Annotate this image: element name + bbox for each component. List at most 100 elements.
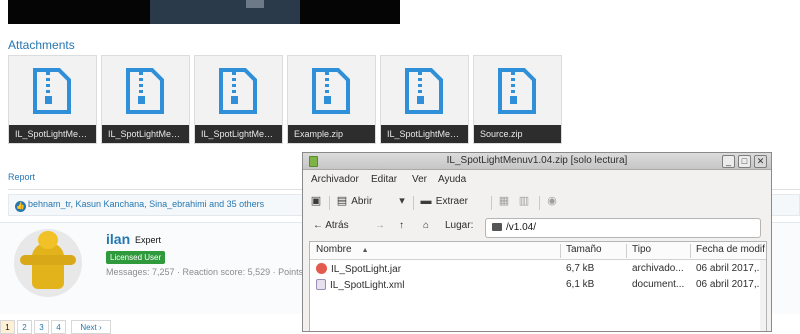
open-file-icon: ▤ [336,195,348,207]
toolbar: ▣ ▤ Abrir ▾ ▬ Extraer ▦ ▥ ◉ [303,191,771,215]
folder-icon [492,223,502,231]
file-type: document... [632,279,685,290]
save-archive-icon: ▣ [310,195,322,207]
column-header-size[interactable]: Tamaño [566,244,602,255]
column-divider[interactable] [560,244,561,258]
column-header-name-label: Nombre [316,244,352,255]
close-button[interactable]: ✕ [754,155,767,168]
add-folder-icon: ▥ [518,195,530,207]
open-button[interactable]: ▤ Abrir [335,194,373,212]
open-dropdown-button[interactable]: ▾ [395,194,409,212]
sort-ascending-icon: ▲ [361,247,369,254]
file-name-cell: IL_SpotLight.jar [316,263,556,275]
menu-editar[interactable]: Editar [371,174,397,185]
file-row[interactable]: IL_SpotLight.xml 6,1 kB document... 06 a… [310,278,766,293]
open-label: Abrir [351,196,373,207]
menu-ver[interactable]: Ver [412,174,427,185]
avatar-figure-arms [20,255,76,265]
file-list-header: Nombre ▲ Tamaño Tipo Fecha de modif [310,242,766,260]
attachment-name: Example.zip [288,125,375,143]
attachment-name: IL_SpotLightMenuv1.02.zip [195,125,282,143]
add-files-icon: ▦ [498,195,510,207]
attachment-tile[interactable]: Example.zip [287,55,376,144]
file-type: archivado... [632,263,684,274]
extract-label: Extraer [435,196,469,207]
attachment-tile[interactable]: IL_SpotLightMenuv1.03.zip [101,55,190,144]
chevron-down-icon: ▾ [399,195,405,207]
column-divider[interactable] [626,244,627,258]
file-list: Nombre ▲ Tamaño Tipo Fecha de modif IL_Sp… [309,241,767,331]
zip-file-icon [498,68,536,114]
file-name: IL_SpotLight.jar [331,264,402,275]
avatar-figure [32,243,64,289]
window-title: IL_SpotLightMenuv1.04.zip [solo lectura] [446,155,628,166]
attachment-tile[interactable]: IL_SpotLightMenuv1.01.zip [380,55,469,144]
video-frame [150,0,300,24]
zip-file-icon [126,68,164,114]
xml-document-icon [316,279,326,290]
extract-icon: ▬ [420,195,432,207]
menu-archivador[interactable]: Archivador [311,174,359,185]
forward-button[interactable]: → [375,220,385,231]
like-icon: 👍 [15,201,26,212]
column-header-name[interactable]: Nombre ▲ [316,244,369,255]
location-label: Lugar: [445,220,474,231]
minimize-button[interactable]: _ [722,155,735,168]
menu-ayuda[interactable]: Ayuda [438,174,466,185]
add-files-button[interactable]: ▦ [497,194,511,212]
extract-button[interactable]: ▬ Extraer [419,194,469,212]
zip-file-icon [312,68,350,114]
file-date: 06 abril 2017,... [696,263,760,274]
user-stats: Messages: 7,257 · Reaction score: 5,529 … [106,267,311,277]
column-divider[interactable] [690,244,691,258]
stop-icon: ◉ [547,195,557,207]
navigation-bar: ← Atrás → ↑ ⌂ Lugar: /v1.04/ [303,217,771,239]
arrow-left-icon: ← [313,220,323,231]
back-label: Atrás [325,220,349,231]
attachment-name: IL_SpotLightMenuv1.01.zip [381,125,468,143]
column-header-type[interactable]: Tipo [632,244,651,255]
menubar: Archivador Editar Ver Ayuda [303,171,771,189]
new-archive-button[interactable]: ▣ [309,194,323,212]
reactions-text[interactable]: behnam_tr, Kasun Kanchana, Sina_ebrahimi… [28,199,264,209]
location-value: /v1.04/ [506,222,537,233]
zip-file-icon [219,68,257,114]
zip-file-icon [33,68,71,114]
add-folder-button[interactable]: ▥ [517,194,531,212]
username-link[interactable]: ilan [106,231,130,247]
java-archive-icon [316,263,327,274]
attachment-name: IL_SpotLightMenuv1.04.zip [9,125,96,143]
toolbar-separator [539,196,540,210]
file-name: IL_SpotLight.xml [330,280,405,291]
toolbar-separator [329,196,330,210]
home-icon: ⌂ [423,220,430,231]
attachment-tile[interactable]: IL_SpotLightMenuv1.02.zip [194,55,283,144]
location-field[interactable]: /v1.04/ [485,218,761,238]
column-header-date[interactable]: Fecha de modif [696,244,765,255]
video-embed[interactable] [8,0,400,24]
avatar[interactable] [14,229,82,297]
file-date: 06 abril 2017,... [696,279,760,290]
file-row[interactable]: IL_SpotLight.jar 6,7 kB archivado... 06 … [310,262,766,277]
vertical-scrollbar[interactable] [760,260,766,331]
file-name-cell: IL_SpotLight.xml [316,279,556,291]
toolbar-separator [413,196,414,210]
toolbar-separator [491,196,492,210]
attachment-tile[interactable]: IL_SpotLightMenuv1.04.zip [8,55,97,144]
window-titlebar[interactable]: IL_SpotLightMenuv1.04.zip [solo lectura]… [303,153,771,170]
report-link[interactable]: Report [8,172,35,182]
avatar-figure-head [38,231,58,249]
file-size: 6,1 kB [566,279,595,290]
up-button[interactable]: ↑ [399,220,404,231]
attachment-name: IL_SpotLightMenuv1.03.zip [102,125,189,143]
attachments-heading: Attachments [8,38,75,52]
maximize-button[interactable]: □ [738,155,751,168]
back-button[interactable]: ← Atrás [313,220,349,231]
archive-manager-window: IL_SpotLightMenuv1.04.zip [solo lectura]… [302,152,772,332]
arrow-up-icon: ↑ [399,220,404,231]
attachment-name: Source.zip [474,125,561,143]
zip-file-icon [405,68,443,114]
attachment-tile[interactable]: Source.zip [473,55,562,144]
stop-button[interactable]: ◉ [545,194,559,212]
home-button[interactable]: ⌂ [423,220,429,231]
